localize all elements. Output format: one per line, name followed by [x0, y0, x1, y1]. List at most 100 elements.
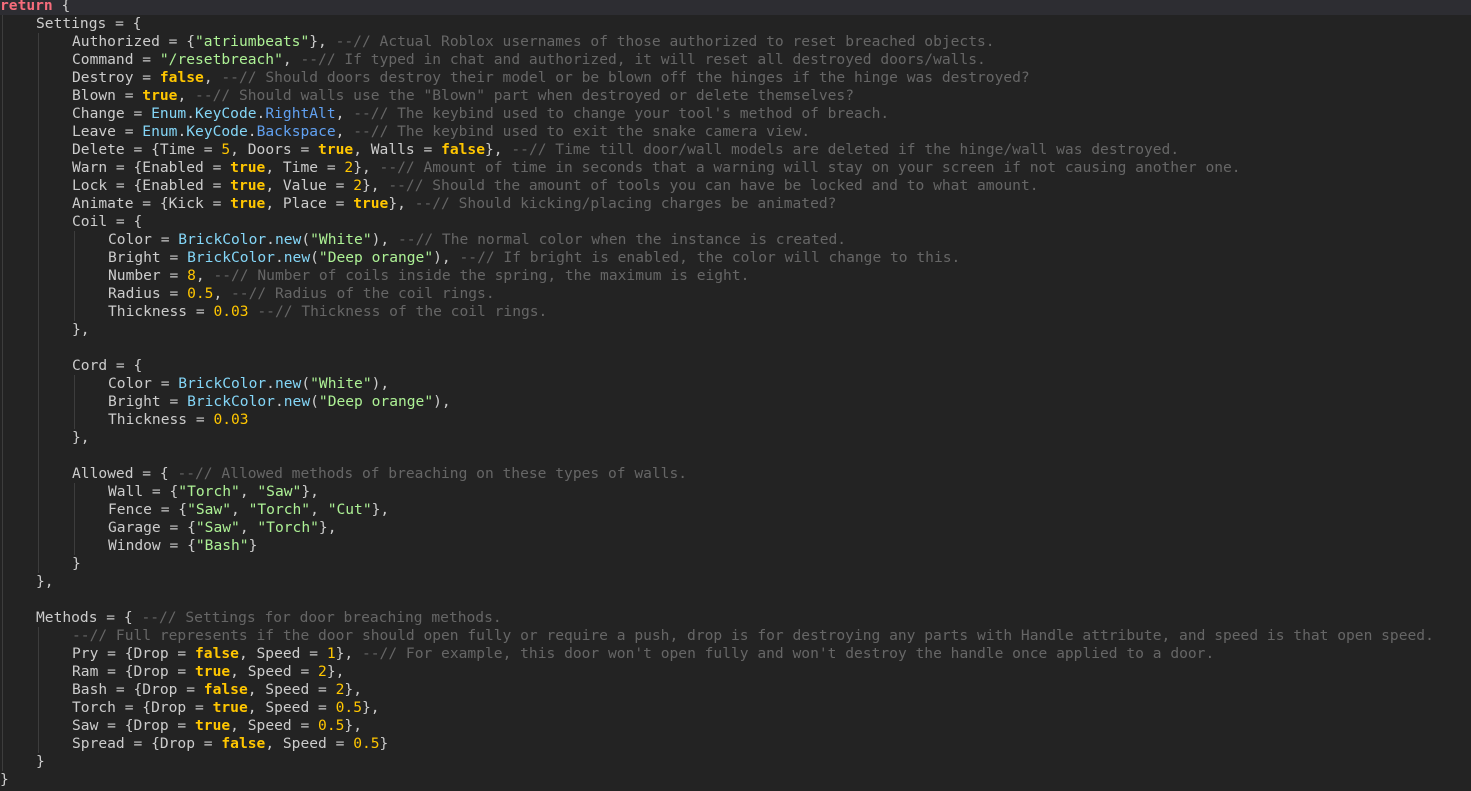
code-token: 8 [187, 267, 196, 284]
code-line[interactable]: Thickness = 0.03 --// Thickness of the c… [0, 303, 1471, 321]
code-token: BrickColor [187, 249, 275, 266]
code-line[interactable]: Ram = {Drop = true, Speed = 2}, [0, 663, 1471, 681]
code-line[interactable]: Number = 8, --// Number of coils inside … [0, 267, 1471, 285]
code-line[interactable]: Coil = { [0, 213, 1471, 231]
code-line[interactable]: Blown = true, --// Should walls use the … [0, 87, 1471, 105]
code-token: Ram = {Drop = [72, 663, 196, 680]
code-token: --// Settings for door breaching methods… [141, 609, 502, 626]
code-token: true [142, 87, 178, 104]
code-token: 0.5 [187, 285, 214, 302]
code-token: KeyCode [195, 105, 257, 122]
code-line[interactable]: Bright = BrickColor.new("Deep orange"), … [0, 249, 1471, 267]
code-line[interactable]: Thickness = 0.03 [0, 411, 1471, 429]
code-line[interactable]: Spread = {Drop = false, Speed = 0.5} [0, 735, 1471, 753]
code-line[interactable]: }, [0, 429, 1471, 447]
indent-guide [2, 627, 3, 645]
code-line[interactable] [0, 339, 1471, 357]
code-line[interactable]: Garage = {"Saw", "Torch"}, [0, 519, 1471, 537]
code-token: , Speed = [247, 699, 336, 716]
code-token: Color = [108, 231, 179, 248]
code-line[interactable]: Saw = {Drop = true, Speed = 0.5}, [0, 717, 1471, 735]
code-line[interactable]: }, [0, 573, 1471, 591]
code-text: Coil = { [72, 213, 142, 231]
code-line[interactable]: Allowed = { --// Allowed methods of brea… [0, 465, 1471, 483]
indent-guide [2, 753, 3, 771]
indent-guide [2, 339, 3, 357]
code-text: Thickness = 0.03 [108, 411, 249, 429]
code-text: Color = BrickColor.new("White"), [108, 375, 389, 393]
code-line[interactable]: Color = BrickColor.new("White"), [0, 375, 1471, 393]
code-line[interactable]: Warn = {Enabled = true, Time = 2}, --// … [0, 159, 1471, 177]
code-token: Thickness = [108, 411, 214, 428]
code-line[interactable]: Authorized = {"atriumbeats"}, --// Actua… [0, 33, 1471, 51]
code-token: } [248, 537, 258, 554]
indent-guide [38, 555, 39, 573]
code-editor[interactable]: return {Settings = {Authorized = {"atriu… [0, 0, 1471, 791]
code-line[interactable]: Lock = {Enabled = true, Value = 2}, --//… [0, 177, 1471, 195]
code-token: . [274, 393, 284, 410]
indent-guide [2, 483, 3, 501]
code-token: new [283, 393, 311, 410]
code-line[interactable]: Cord = { [0, 357, 1471, 375]
code-text: Command = "/resetbreach", --// If typed … [72, 51, 986, 69]
indent-guide [2, 285, 3, 303]
code-line[interactable]: Leave = Enum.KeyCode.Backspace, --// The… [0, 123, 1471, 141]
code-line[interactable]: --// Full represents if the door should … [0, 627, 1471, 645]
code-token: 0.03 [213, 303, 249, 320]
code-token: Wall = { [108, 483, 179, 500]
indent-guide [38, 51, 39, 69]
code-line[interactable]: Animate = {Kick = true, Place = true}, -… [0, 195, 1471, 213]
code-token: . [274, 249, 284, 266]
code-line[interactable]: Radius = 0.5, --// Radius of the coil ri… [0, 285, 1471, 303]
code-text: Color = BrickColor.new("White"), --// Th… [108, 231, 846, 249]
code-token: , [335, 123, 354, 140]
code-line[interactable]: Command = "/resetbreach", --// If typed … [0, 51, 1471, 69]
code-token: 0.5 [353, 735, 380, 752]
code-token: , [231, 501, 249, 518]
code-text: Animate = {Kick = true, Place = true}, -… [72, 195, 836, 213]
code-line[interactable]: Color = BrickColor.new("White"), --// Th… [0, 231, 1471, 249]
indent-guide [38, 177, 39, 195]
code-line[interactable] [0, 447, 1471, 465]
code-token: --// For example, this door won't open f… [361, 645, 1215, 662]
code-line[interactable]: Bright = BrickColor.new("Deep orange"), [0, 393, 1471, 411]
code-text: Change = Enum.KeyCode.RightAlt, --// The… [72, 105, 889, 123]
code-text: Bright = BrickColor.new("Deep orange"), … [108, 249, 960, 267]
code-line[interactable] [0, 591, 1471, 609]
code-line[interactable]: return { [0, 0, 1471, 15]
indent-guide [2, 411, 3, 429]
code-line[interactable]: Destroy = false, --// Should doors destr… [0, 69, 1471, 87]
code-token: --// Should kicking/placing charges be a… [414, 195, 837, 212]
code-line[interactable]: Methods = { --// Settings for door breac… [0, 609, 1471, 627]
code-line[interactable]: Pry = {Drop = false, Speed = 1}, --// Fo… [0, 645, 1471, 663]
code-line[interactable]: Torch = {Drop = true, Speed = 0.5}, [0, 699, 1471, 717]
code-line[interactable]: Change = Enum.KeyCode.RightAlt, --// The… [0, 105, 1471, 123]
code-token: --// If bright is enabled, the color wil… [459, 249, 961, 266]
indent-guide [2, 357, 3, 375]
code-line[interactable]: Bash = {Drop = false, Speed = 2}, [0, 681, 1471, 699]
code-token: true [212, 699, 248, 716]
code-text: } [72, 555, 81, 573]
indent-guide [2, 123, 3, 141]
code-line[interactable]: Fence = {"Saw", "Torch", "Cut"}, [0, 501, 1471, 519]
code-line[interactable]: Delete = {Time = 5, Doors = true, Walls … [0, 141, 1471, 159]
code-token: . [266, 231, 275, 248]
code-token: Bright = [108, 249, 188, 266]
code-line[interactable]: } [0, 753, 1471, 771]
code-token: ), [433, 249, 460, 266]
code-text: } [0, 771, 9, 789]
code-line[interactable]: Window = {"Bash"} [0, 537, 1471, 555]
code-line[interactable]: Wall = {"Torch", "Saw"}, [0, 483, 1471, 501]
code-line[interactable]: } [0, 555, 1471, 573]
code-line[interactable]: }, [0, 321, 1471, 339]
code-line[interactable]: } [0, 771, 1471, 789]
code-token: false [159, 69, 204, 86]
code-text: Bright = BrickColor.new("Deep orange"), [108, 393, 451, 411]
code-token: "Deep orange" [318, 249, 434, 266]
code-line[interactable]: Settings = { [0, 15, 1471, 33]
code-token: BrickColor [187, 393, 275, 410]
code-token: }, [72, 321, 90, 338]
indent-guide [38, 357, 39, 375]
indent-guide [2, 105, 3, 123]
indent-guide [74, 483, 75, 501]
